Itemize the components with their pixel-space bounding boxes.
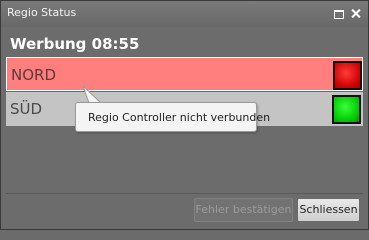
confirm-errors-button[interactable]: Fehler bestätigen: [194, 198, 293, 222]
footer-divider: [6, 193, 363, 194]
maximize-icon[interactable]: [334, 9, 344, 19]
title-bar[interactable]: Regio Status: [1, 1, 368, 27]
regio-status-window: Regio Status Werbung 08:55 NORD SÜD Regi…: [0, 0, 369, 230]
tooltip-text: Regio Controller nicht verbunden: [88, 111, 271, 124]
region-label: NORD: [11, 66, 56, 84]
region-label: SÜD: [10, 100, 43, 118]
region-row-nord[interactable]: NORD: [6, 57, 363, 91]
close-icon[interactable]: [351, 9, 361, 19]
tooltip: Regio Controller nicht verbunden: [75, 102, 270, 132]
status-indicator-red: [333, 61, 362, 90]
status-indicator-green: [332, 95, 361, 124]
page-title: Werbung 08:55: [10, 35, 140, 53]
window-title: Regio Status: [7, 6, 77, 19]
close-button[interactable]: Schliessen: [297, 198, 360, 222]
